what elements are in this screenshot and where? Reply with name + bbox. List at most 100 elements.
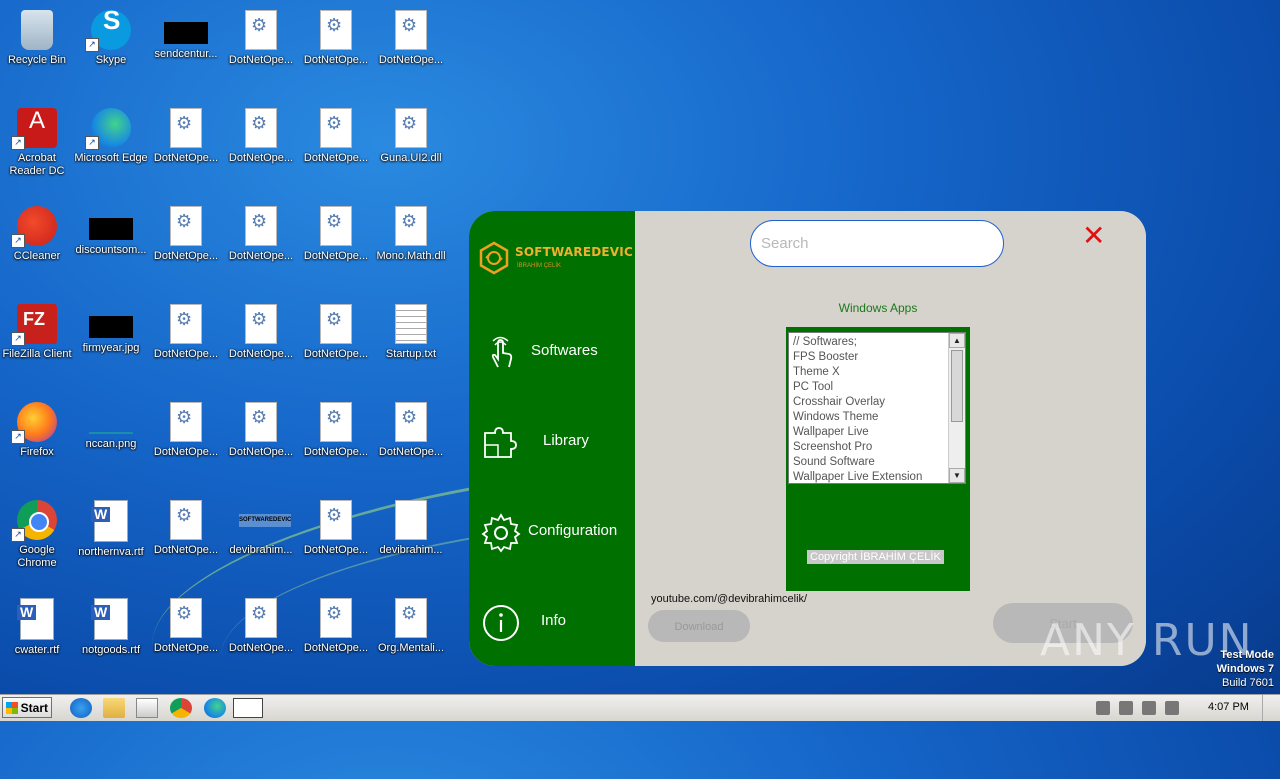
black-file-icon (89, 218, 133, 240)
desktop-icon[interactable]: Org.Mentali... (374, 590, 448, 678)
file-file-icon (395, 108, 427, 148)
desktop-icon[interactable]: DotNetOpe... (149, 492, 223, 580)
desktop-icon-label: Startup.txt (385, 348, 437, 360)
desktop-icon[interactable]: ↗ Microsoft Edge (74, 100, 148, 188)
black-file-icon (164, 22, 208, 44)
desktop-icon[interactable]: devibrahim... (374, 492, 448, 580)
file-file-icon (320, 10, 352, 50)
desktop-icon[interactable]: DotNetOpe... (149, 296, 223, 384)
desktop-icon[interactable]: DotNetOpe... (149, 590, 223, 678)
software-list-item[interactable]: Wallpaper Live Extension (793, 470, 965, 483)
desktop-icon[interactable]: ↗ Acrobat Reader DC (0, 100, 74, 188)
explorer-folder-icon[interactable] (103, 698, 125, 718)
clock[interactable]: 4:07 PM (1208, 701, 1249, 713)
nav-item-library[interactable]: Library (469, 411, 635, 471)
desktop-icon[interactable]: ↗ Firefox (0, 394, 74, 482)
listbox-scrollbar[interactable]: ▲ ▼ (948, 333, 965, 483)
desktop-icon[interactable]: ↗ FileZilla Client (0, 296, 74, 384)
bin-file-icon (21, 10, 53, 50)
desktop-icon[interactable]: Guna.UI2.dll (374, 100, 448, 188)
software-list-item[interactable]: Sound Software (793, 455, 965, 470)
software-listbox[interactable]: // Softwares; FPS Booster Theme X PC Tool Cr… (788, 332, 966, 484)
desktop-icon[interactable]: DotNetOpe... (299, 296, 373, 384)
desktop-icon[interactable]: DotNetOpe... (149, 394, 223, 482)
test-mode-line: Test Mode (1220, 649, 1274, 661)
desktop-icon[interactable]: DotNetOpe... (374, 394, 448, 482)
build-line: Build 7601 (1222, 677, 1274, 689)
desktop-icon-label: Acrobat Reader DC (9, 152, 65, 177)
scroll-up-icon[interactable]: ▲ (949, 333, 965, 348)
desktop-icon[interactable]: DotNetOpe... (299, 100, 373, 188)
desktop-icon[interactable]: DotNetOpe... (224, 2, 298, 90)
close-icon[interactable]: ✕ (1082, 222, 1106, 250)
desktop-icon[interactable]: DotNetOpe... (224, 100, 298, 188)
show-desktop-button[interactable] (1262, 695, 1280, 721)
desktop-icon[interactable]: DotNetOpe... (299, 2, 373, 90)
desktop-icon-label: Recycle Bin (7, 54, 67, 66)
softwaredevic-taskbar-icon[interactable] (233, 698, 263, 718)
software-list-item[interactable]: Theme X (793, 365, 965, 380)
info-icon (483, 605, 519, 641)
main-area: ✕ Windows Apps // Softwares;FPS BoosterT… (635, 211, 1146, 666)
desktop-icon[interactable]: DotNetOpe... (299, 198, 373, 286)
desktop-icon[interactable]: DotNetOpe... (149, 100, 223, 188)
desktop-icon-label: devibrahim... (229, 544, 293, 556)
desktop-icon-label: notgoods.rtf (81, 644, 141, 656)
media-player-icon[interactable] (136, 698, 158, 718)
software-list-item[interactable]: Windows Theme (793, 410, 965, 425)
desktop-icon-label: firmyear.jpg (82, 342, 140, 354)
internet-explorer-icon[interactable] (70, 698, 92, 718)
desktop-icon[interactable]: DotNetOpe... (224, 590, 298, 678)
softwaredevic-window: SOFTWAREDEVIC İBRAHİM ÇELİK Softwares Li… (469, 211, 1146, 666)
desktop-icon[interactable]: Startup.txt (374, 296, 448, 384)
nav-item-configuration[interactable]: Configuration (469, 501, 635, 561)
action-center-icon[interactable] (1165, 700, 1179, 715)
desktop-icon[interactable]: DotNetOpe... (299, 492, 373, 580)
scroll-thumb[interactable] (951, 350, 963, 422)
software-list-item[interactable]: Wallpaper Live (793, 425, 965, 440)
start-menu-button[interactable]: Start (2, 697, 52, 718)
chrome-icon[interactable] (170, 698, 192, 718)
software-list-item[interactable]: FPS Booster (793, 350, 965, 365)
edge-icon[interactable] (204, 698, 226, 718)
nav-item-info[interactable]: Info (469, 591, 635, 651)
display-icon[interactable] (1142, 700, 1156, 715)
software-list-item[interactable]: Crosshair Overlay (793, 395, 965, 410)
desktop-icon[interactable]: cwater.rtf (0, 590, 74, 678)
software-list-item[interactable]: // Softwares; (793, 335, 965, 350)
desktop-icon-label: DotNetOpe... (228, 348, 294, 360)
file-file-icon (320, 598, 352, 638)
desktop-icon[interactable]: DotNetOpe... (299, 590, 373, 678)
scroll-down-icon[interactable]: ▼ (949, 468, 965, 483)
desktop-icon[interactable]: notgoods.rtf (74, 590, 148, 678)
desktop-icon-label: northernva.rtf (78, 546, 144, 558)
nav-item-softwares[interactable]: Softwares (469, 321, 635, 381)
desktop-icon[interactable]: DotNetOpe... (374, 2, 448, 90)
desktop-icon[interactable]: northernva.rtf (74, 492, 148, 580)
desktop-icon[interactable]: sendcentur... (149, 2, 223, 90)
desktop-icon[interactable]: Recycle Bin (0, 2, 74, 90)
file-file-icon (320, 402, 352, 442)
volume-icon[interactable] (1119, 700, 1133, 715)
desktop-icon[interactable]: nccan.png (74, 394, 148, 482)
search-input[interactable] (750, 220, 1004, 267)
desktop-icon[interactable]: devibrahim... (224, 492, 298, 580)
desktop-icon[interactable]: DotNetOpe... (224, 198, 298, 286)
software-list-item[interactable]: PC Tool (793, 380, 965, 395)
brand-name: SOFTWAREDEVIC (515, 245, 633, 259)
desktop-icon[interactable]: DotNetOpe... (224, 394, 298, 482)
desktop-icon[interactable]: DotNetOpe... (224, 296, 298, 384)
software-list-item[interactable]: Screenshot Pro (793, 440, 965, 455)
desktop-icon[interactable]: discountsom... (74, 198, 148, 286)
desktop-icon[interactable]: ↗ Google Chrome (0, 492, 74, 580)
desktop-icon[interactable]: Mono.Math.dll (374, 198, 448, 286)
desktop-icon[interactable]: firmyear.jpg (74, 296, 148, 384)
network-icon[interactable] (1096, 700, 1110, 715)
desktop-icon[interactable]: DotNetOpe... (149, 198, 223, 286)
desktop-icon-label: DotNetOpe... (153, 348, 219, 360)
desktop-icon[interactable]: ↗ Skype (74, 2, 148, 90)
youtube-link[interactable]: youtube.com/@devibrahimcelik/ (651, 593, 807, 605)
download-button[interactable]: Download (648, 610, 750, 642)
desktop-icon[interactable]: DotNetOpe... (299, 394, 373, 482)
desktop-icon[interactable]: ↗ CCleaner (0, 198, 74, 286)
